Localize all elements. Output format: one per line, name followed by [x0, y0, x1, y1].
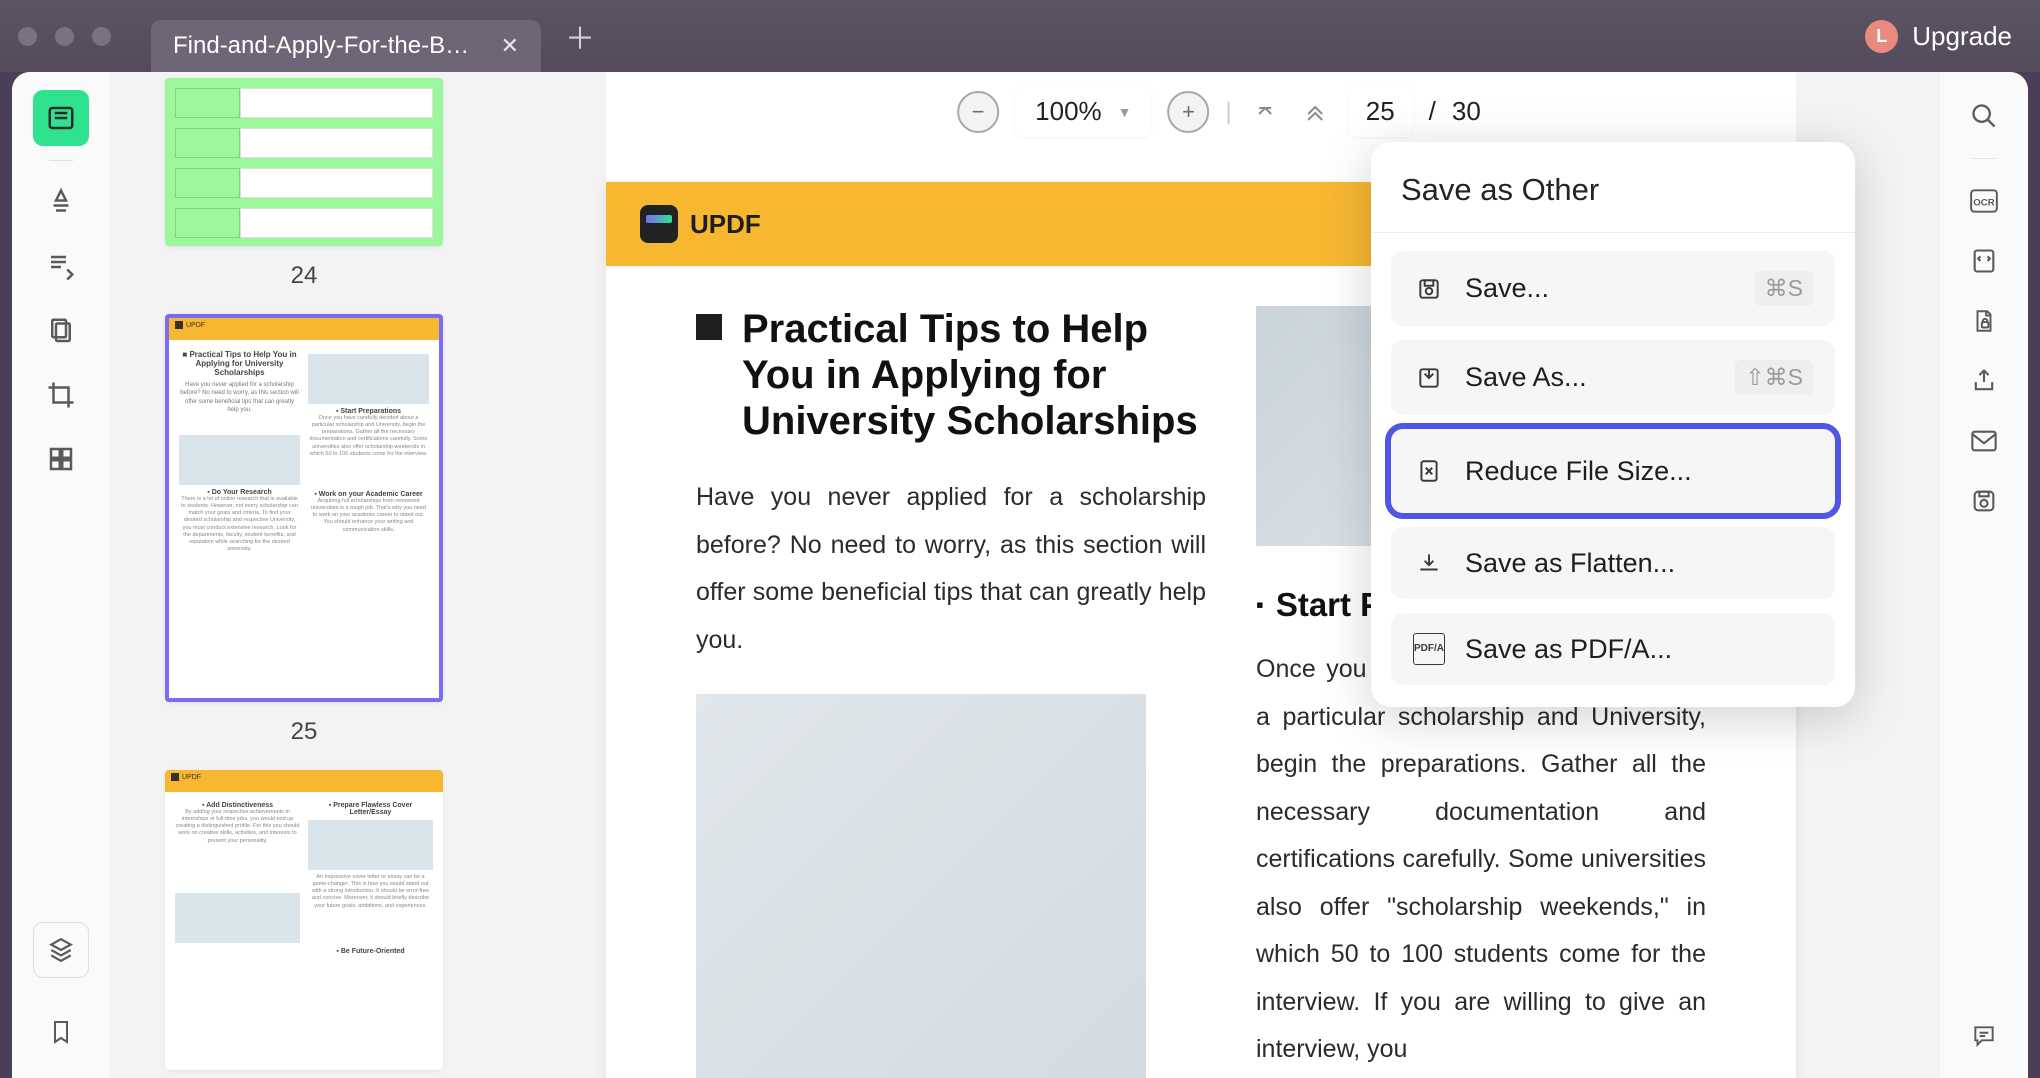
save-as-icon [1413, 362, 1445, 394]
flatten-icon [1413, 547, 1445, 579]
updf-logo-mark [640, 205, 678, 243]
total-pages: 30 [1452, 96, 1481, 127]
thumb-logo: UPDF [182, 774, 201, 781]
save-as-other-button[interactable] [1960, 477, 2008, 525]
email-button[interactable] [1960, 417, 2008, 465]
compress-icon [1413, 455, 1445, 487]
menu-item-label: Save As... [1465, 362, 1587, 393]
window-maximize-button[interactable] [92, 27, 111, 46]
thumbnail-page-24[interactable] [165, 78, 443, 246]
avatar-initial: L [1876, 26, 1887, 47]
toolbar-separator: | [1226, 98, 1232, 126]
view-toolbar: − 100% ▼ + | 25 / 30 [957, 86, 1481, 137]
thumbnails-panel[interactable]: 24 UPDF ■ Practical Tips to Help You in … [110, 72, 498, 1078]
keyboard-shortcut: ⌘S [1755, 271, 1813, 306]
menu-item-label: Save as PDF/A... [1465, 634, 1672, 665]
save-panel-title: Save as Other [1371, 172, 1855, 233]
search-button[interactable] [1960, 92, 2008, 140]
share-button[interactable] [1960, 357, 2008, 405]
tab-title: Find-and-Apply-For-the-B… [173, 32, 469, 60]
thumbnail-page-26[interactable]: UPDF ▪ Add Distinctiveness By adding you… [165, 770, 443, 1070]
zoom-out-button[interactable]: − [957, 91, 999, 133]
right-toolbar: OCR [1940, 72, 2028, 1078]
menu-item-label: Save... [1465, 273, 1549, 304]
reduce-file-size-menu-item[interactable]: Reduce File Size... [1391, 429, 1835, 513]
current-page-input[interactable]: 25 [1348, 86, 1413, 137]
content-area: − 100% ▼ + | 25 / 30 [498, 72, 1940, 1078]
section-title: Practical Tips to Help You in Applying f… [742, 306, 1206, 444]
crop-tool-button[interactable] [33, 367, 89, 423]
prev-page-button[interactable] [1298, 99, 1332, 125]
thumbnail-number: 24 [132, 262, 476, 290]
current-page-value: 25 [1366, 96, 1395, 126]
highlight-tool-button[interactable] [33, 175, 89, 231]
thumbnail-number: 25 [132, 718, 476, 746]
window-close-button[interactable] [18, 27, 37, 46]
section-marker-icon [696, 314, 722, 340]
save-as-flatten-menu-item[interactable]: Save as Flatten... [1391, 527, 1835, 599]
edit-tool-button[interactable] [33, 239, 89, 295]
thumb-logo: UPDF [186, 322, 205, 329]
save-menu-item[interactable]: Save... ⌘S [1391, 251, 1835, 326]
keyboard-shortcut: ⇧⌘S [1735, 360, 1813, 395]
convert-button[interactable] [1960, 237, 2008, 285]
save-as-other-panel: Save as Other Save... ⌘S Save As... ⇧⌘S [1371, 142, 1855, 707]
body-paragraph: Have you never applied for a scholarship… [696, 474, 1206, 664]
menu-item-label: Reduce File Size... [1465, 456, 1692, 487]
new-tab-button[interactable]: ＋ [565, 14, 595, 58]
window-minimize-button[interactable] [55, 27, 74, 46]
page-slash: / [1429, 96, 1436, 127]
layers-button[interactable] [33, 922, 89, 978]
first-page-button[interactable] [1248, 99, 1282, 125]
title-bar: Find-and-Apply-For-the-B… ✕ ＋ L Upgrade [0, 0, 2040, 72]
protect-button[interactable] [1960, 297, 2008, 345]
save-as-pdfa-menu-item[interactable]: PDF/A Save as PDF/A... [1391, 613, 1835, 685]
bookmark-button[interactable] [33, 1004, 89, 1060]
comments-button[interactable] [1960, 1012, 2008, 1060]
save-icon [1413, 273, 1445, 305]
upgrade-button[interactable]: Upgrade [1912, 21, 2012, 52]
ocr-button[interactable]: OCR [1960, 177, 2008, 225]
updf-logo: UPDF [640, 205, 761, 243]
document-tab[interactable]: Find-and-Apply-For-the-B… ✕ [151, 20, 541, 72]
caret-down-icon: ▼ [1118, 104, 1132, 120]
main-window: 24 UPDF ■ Practical Tips to Help You in … [12, 72, 2028, 1078]
tab-close-button[interactable]: ✕ [501, 33, 519, 59]
content-image [696, 694, 1146, 1078]
reader-mode-button[interactable] [33, 90, 89, 146]
brand-text: UPDF [690, 209, 761, 240]
svg-text:OCR: OCR [1973, 197, 1994, 208]
organize-tool-button[interactable] [33, 431, 89, 487]
page-tool-button[interactable] [33, 303, 89, 359]
save-as-menu-item[interactable]: Save As... ⇧⌘S [1391, 340, 1835, 415]
zoom-dropdown[interactable]: 100% ▼ [1015, 86, 1151, 137]
zoom-value: 100% [1035, 96, 1102, 127]
body-paragraph: Once you have carefully decided about a … [1256, 646, 1706, 1074]
zoom-in-button[interactable]: + [1168, 91, 1210, 133]
thumbnail-page-25[interactable]: UPDF ■ Practical Tips to Help You in App… [165, 314, 443, 702]
pdfa-icon: PDF/A [1413, 633, 1445, 665]
user-avatar[interactable]: L [1865, 20, 1898, 53]
menu-item-label: Save as Flatten... [1465, 548, 1675, 579]
left-toolbar [12, 72, 110, 1078]
